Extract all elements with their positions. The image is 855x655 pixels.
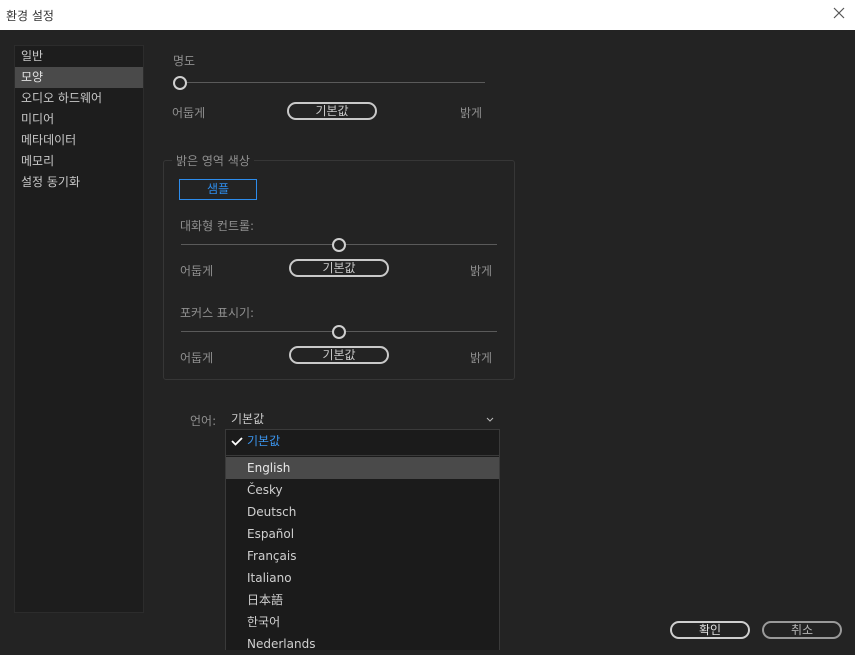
- interactive-bright-label: 밝게: [470, 264, 493, 278]
- title-bar: 환경 설정: [0, 0, 855, 30]
- interactive-controls-label: 대화형 컨트롤:: [180, 219, 255, 233]
- preferences-sidebar: 일반 모양 오디오 하드웨어 미디어 메타데이터 메모리 설정 동기화: [14, 45, 144, 613]
- cancel-button[interactable]: 취소: [762, 621, 842, 639]
- sidebar-item-sync-settings[interactable]: 설정 동기화: [15, 172, 143, 193]
- focus-dark-label: 어둡게: [180, 351, 214, 365]
- chevron-down-icon: [486, 417, 494, 422]
- sidebar-item-media[interactable]: 미디어: [15, 109, 143, 130]
- interactive-dark-label: 어둡게: [180, 264, 214, 278]
- interactive-controls-slider-knob[interactable]: [332, 238, 346, 252]
- language-option-german[interactable]: Deutsch: [226, 501, 499, 523]
- focus-indicators-label: 포커스 표시기:: [180, 306, 255, 320]
- sidebar-item-memory[interactable]: 메모리: [15, 151, 143, 172]
- focus-default-button[interactable]: 기본값: [289, 346, 389, 364]
- interactive-default-button[interactable]: 기본값: [289, 259, 389, 277]
- language-option-french[interactable]: Français: [226, 545, 499, 567]
- language-dropdown-list: 기본값 English Česky Deutsch Español França…: [225, 429, 500, 651]
- brightness-dark-label: 어둡게: [172, 106, 206, 120]
- brightness-label: 명도: [173, 54, 196, 68]
- dropdown-divider: [226, 455, 499, 456]
- sidebar-item-audio-hardware[interactable]: 오디오 하드웨어: [15, 88, 143, 109]
- language-select[interactable]: 기본값: [225, 410, 500, 430]
- language-option-spanish[interactable]: Español: [226, 523, 499, 545]
- language-option-dutch[interactable]: Nederlands: [226, 633, 499, 655]
- window-title: 환경 설정: [6, 9, 54, 23]
- language-option-english[interactable]: English: [226, 457, 499, 479]
- brightness-slider-track[interactable]: [180, 82, 485, 83]
- close-icon[interactable]: [831, 5, 847, 21]
- language-option-japanese[interactable]: 日本語: [226, 589, 499, 611]
- brightness-default-button[interactable]: 기본값: [287, 102, 377, 120]
- checkmark-icon: [231, 437, 243, 446]
- sidebar-item-appearance[interactable]: 모양: [15, 67, 143, 88]
- language-option-label: 기본값: [247, 434, 281, 448]
- sidebar-item-general[interactable]: 일반: [15, 46, 143, 67]
- highlight-sample-swatch: 샘플: [179, 179, 257, 200]
- brightness-slider-knob[interactable]: [173, 76, 187, 90]
- language-label: 언어:: [190, 414, 217, 428]
- sidebar-item-metadata[interactable]: 메타데이터: [15, 130, 143, 151]
- focus-bright-label: 밝게: [470, 351, 493, 365]
- language-option-czech[interactable]: Česky: [226, 479, 499, 501]
- language-selected-value: 기본값: [231, 412, 265, 426]
- language-option-korean[interactable]: 한국어: [226, 611, 499, 633]
- focus-indicators-slider-knob[interactable]: [332, 325, 346, 339]
- language-option-italian[interactable]: Italiano: [226, 567, 499, 589]
- highlight-group-title: 밝은 영역 색상: [172, 152, 254, 169]
- ok-button[interactable]: 확인: [670, 621, 750, 639]
- language-option-default[interactable]: 기본값: [226, 430, 499, 452]
- brightness-bright-label: 밝게: [460, 106, 483, 120]
